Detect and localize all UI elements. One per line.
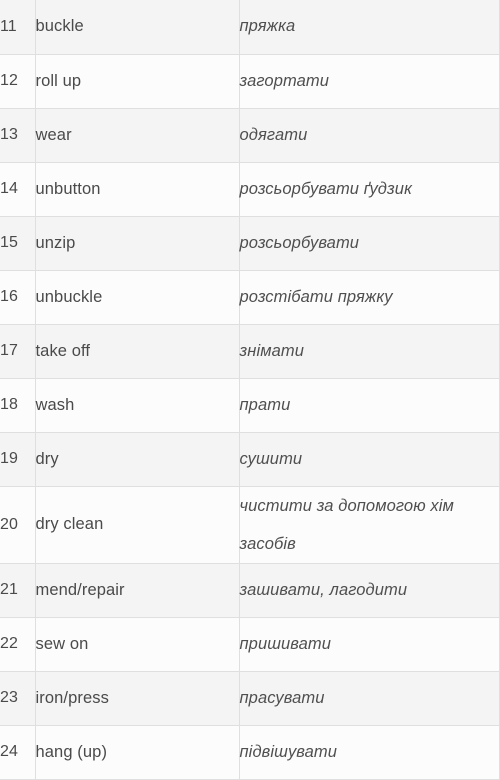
ukrainian-translation: прати xyxy=(239,378,500,433)
english-term: dry clean xyxy=(35,486,240,564)
table-row: 24 hang (up) підвішувати xyxy=(0,725,500,780)
table-row: 12 roll up загортати xyxy=(0,54,500,109)
table-row: 23 iron/press прасувати xyxy=(0,671,500,726)
row-number: 23 xyxy=(0,671,36,726)
ukrainian-translation: сушити xyxy=(239,432,500,487)
ukrainian-translation: підвішувати xyxy=(239,725,500,780)
ukrainian-translation: зашивати, лагодити xyxy=(239,563,500,618)
row-number: 12 xyxy=(0,54,36,109)
table-row: 15 unzip розсьорбувати xyxy=(0,216,500,271)
table-row: 21 mend/repair зашивати, лагодити xyxy=(0,563,500,618)
english-term: unzip xyxy=(35,216,240,271)
ukrainian-translation: знімати xyxy=(239,324,500,379)
vocabulary-table-body: 11 buckle пряжка 12 roll up загортати 13… xyxy=(0,0,500,780)
ukrainian-translation: розстібати пряжку xyxy=(239,270,500,325)
translation-line-2: засобів xyxy=(239,534,296,553)
row-number: 20 xyxy=(0,486,36,564)
table-row: 17 take off знімати xyxy=(0,324,500,379)
row-number: 21 xyxy=(0,563,36,618)
english-term: unbutton xyxy=(35,162,240,217)
ukrainian-translation: загортати xyxy=(239,54,500,109)
table-row: 22 sew on пришивати xyxy=(0,617,500,672)
english-term: dry xyxy=(35,432,240,487)
row-number: 19 xyxy=(0,432,36,487)
row-number: 14 xyxy=(0,162,36,217)
row-number: 11 xyxy=(0,0,36,55)
english-term: iron/press xyxy=(35,671,240,726)
row-number: 18 xyxy=(0,378,36,433)
table-row: 11 buckle пряжка xyxy=(0,0,500,55)
english-term: roll up xyxy=(35,54,240,109)
table-row: 19 dry сушити xyxy=(0,432,500,487)
table-row: 16 unbuckle розстібати пряжку xyxy=(0,270,500,325)
english-term: wear xyxy=(35,108,240,163)
table-row: 14 unbutton розсьорбувати ґудзик xyxy=(0,162,500,217)
english-term: wash xyxy=(35,378,240,433)
english-term: hang (up) xyxy=(35,725,240,780)
english-term: buckle xyxy=(35,0,240,55)
ukrainian-translation: пряжка xyxy=(239,0,500,55)
ukrainian-translation: одягати xyxy=(239,108,500,163)
translation-line-1: чистити за допомогою хім xyxy=(239,496,454,515)
row-number: 22 xyxy=(0,617,36,672)
ukrainian-translation: пришивати xyxy=(239,617,500,672)
ukrainian-translation: чистити за допомогою хім засобів xyxy=(239,486,500,564)
ukrainian-translation: розсьорбувати ґудзик xyxy=(239,162,500,217)
ukrainian-translation: розсьорбувати xyxy=(239,216,500,271)
table-row: 18 wash прати xyxy=(0,378,500,433)
table-row: 13 wear одягати xyxy=(0,108,500,163)
vocabulary-table: 11 buckle пряжка 12 roll up загортати 13… xyxy=(0,0,500,780)
row-number: 15 xyxy=(0,216,36,271)
english-term: sew on xyxy=(35,617,240,672)
ukrainian-translation: прасувати xyxy=(239,671,500,726)
row-number: 16 xyxy=(0,270,36,325)
row-number: 13 xyxy=(0,108,36,163)
row-number: 24 xyxy=(0,725,36,780)
english-term: take off xyxy=(35,324,240,379)
row-number: 17 xyxy=(0,324,36,379)
english-term: mend/repair xyxy=(35,563,240,618)
table-row: 20 dry clean чистити за допомогою хім зас… xyxy=(0,486,500,564)
english-term: unbuckle xyxy=(35,270,240,325)
